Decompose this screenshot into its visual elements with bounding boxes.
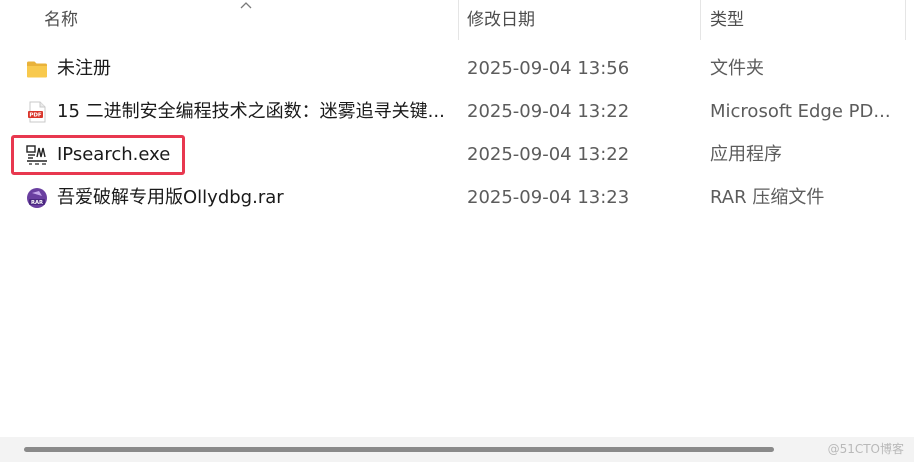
file-date-modified: 2025-09-04 13:22 [467, 144, 630, 165]
file-date-modified: 2025-09-04 13:23 [467, 187, 630, 208]
file-date-modified: 2025-09-04 13:22 [467, 101, 630, 122]
executable-icon [26, 145, 47, 165]
svg-text:PDF: PDF [29, 113, 42, 119]
file-type: 文件夹 [710, 58, 764, 79]
column-divider[interactable] [700, 0, 701, 40]
file-list: 未注册 2025-09-04 13:56 文件夹 PDF 15 二进制安全编程技… [0, 47, 914, 219]
watermark-text: @51CTO博客 [827, 442, 904, 456]
file-row-folder[interactable]: 未注册 2025-09-04 13:56 文件夹 [0, 47, 914, 90]
file-row-pdf[interactable]: PDF 15 二进制安全编程技术之函数：迷雾追寻关键... 2025-09-04… [0, 90, 914, 133]
file-type: 应用程序 [710, 144, 782, 165]
scrollbar-thumb[interactable] [24, 447, 774, 452]
file-row-exe[interactable]: IPsearch.exe 2025-09-04 13:22 应用程序 [0, 133, 914, 176]
pdf-file-icon: PDF [28, 101, 46, 123]
file-date-modified: 2025-09-04 13:56 [467, 58, 630, 79]
file-name[interactable]: IPsearch.exe [57, 133, 170, 176]
column-header-bar: 名称 修改日期 类型 [0, 0, 914, 40]
file-explorer-window: 名称 修改日期 类型 未注册 2025-09-04 13:56 文件夹 PDF [0, 0, 914, 462]
column-header-date-modified[interactable]: 修改日期 [467, 0, 697, 40]
rar-archive-icon: RAR [27, 188, 47, 208]
column-divider[interactable] [458, 0, 459, 40]
file-name[interactable]: 吾爱破解专用版Ollydbg.rar [57, 176, 284, 219]
file-type: Microsoft Edge PD... [710, 101, 890, 122]
column-header-type[interactable]: 类型 [710, 0, 900, 40]
horizontal-scrollbar[interactable] [0, 437, 914, 462]
file-row-rar[interactable]: RAR 吾爱破解专用版Ollydbg.rar 2025-09-04 13:23 … [0, 176, 914, 219]
column-divider[interactable] [905, 0, 906, 40]
file-name[interactable]: 未注册 [57, 47, 111, 90]
file-name[interactable]: 15 二进制安全编程技术之函数：迷雾追寻关键... [57, 90, 445, 133]
column-header-name[interactable]: 名称 [44, 0, 454, 40]
svg-text:RAR: RAR [31, 200, 43, 206]
file-type: RAR 压缩文件 [710, 187, 825, 208]
folder-icon [27, 61, 47, 78]
